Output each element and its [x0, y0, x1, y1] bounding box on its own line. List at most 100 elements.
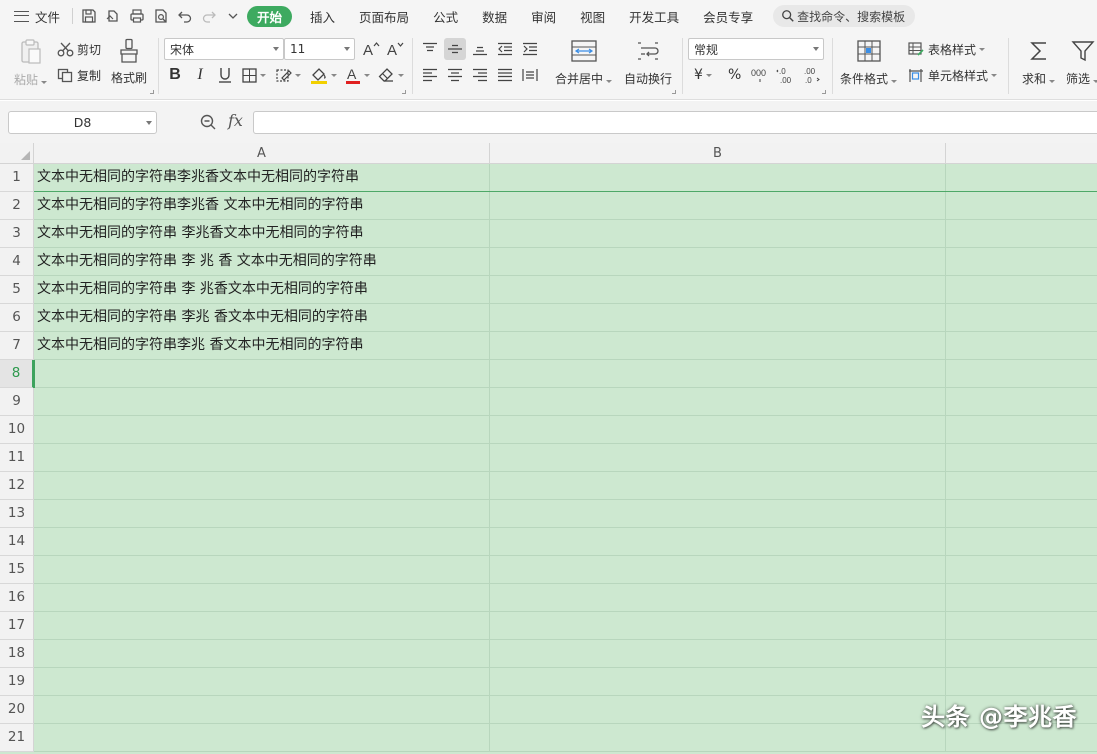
- tab-home[interactable]: 开始: [247, 5, 293, 27]
- undo-icon[interactable]: [173, 0, 197, 32]
- cell-a[interactable]: [34, 696, 490, 723]
- print-preview-icon[interactable]: [149, 0, 173, 32]
- cell-a[interactable]: [34, 724, 490, 751]
- row-header[interactable]: 12: [0, 472, 34, 500]
- row-header[interactable]: 6: [0, 304, 34, 332]
- cell-b[interactable]: [490, 388, 946, 415]
- align-middle-icon[interactable]: [444, 38, 466, 60]
- cell-b[interactable]: [490, 248, 946, 275]
- bold-icon[interactable]: B: [164, 64, 186, 86]
- font-color-icon[interactable]: A: [343, 64, 371, 86]
- row-header[interactable]: 7: [0, 332, 34, 360]
- insert-function-icon[interactable]: fx: [228, 111, 243, 130]
- table-style-button[interactable]: 表格样式: [908, 41, 986, 58]
- decrease-decimal-icon[interactable]: .00.0: [800, 64, 822, 86]
- cell-a[interactable]: [34, 388, 490, 415]
- print-icon[interactable]: [125, 0, 149, 32]
- row-header[interactable]: 14: [0, 528, 34, 556]
- cell-b[interactable]: [490, 192, 946, 219]
- row-header[interactable]: 17: [0, 612, 34, 640]
- cell-b[interactable]: [490, 276, 946, 303]
- cell-a[interactable]: [34, 416, 490, 443]
- percent-format-button[interactable]: %: [728, 67, 741, 83]
- row-header[interactable]: 10: [0, 416, 34, 444]
- tab-data[interactable]: 数据: [470, 0, 519, 32]
- sum-button[interactable]: 求和: [1022, 40, 1056, 87]
- cell-b[interactable]: [490, 528, 946, 555]
- column-header-a[interactable]: A: [34, 143, 490, 164]
- decrease-font-size-icon[interactable]: A: [384, 38, 406, 60]
- align-top-icon[interactable]: [419, 38, 441, 60]
- cell-b[interactable]: [490, 304, 946, 331]
- cell-a[interactable]: [34, 612, 490, 639]
- borders-icon[interactable]: [240, 64, 268, 86]
- filter-button[interactable]: 筛选: [1066, 40, 1097, 87]
- column-header-b[interactable]: B: [490, 143, 946, 164]
- tab-developer[interactable]: 开发工具: [617, 0, 691, 32]
- cell-a[interactable]: [34, 500, 490, 527]
- fill-color-icon[interactable]: [308, 64, 338, 86]
- save-icon[interactable]: [77, 0, 101, 32]
- cell-b[interactable]: [490, 164, 946, 191]
- increase-indent-icon[interactable]: [519, 38, 541, 60]
- copy-button[interactable]: 复制: [57, 67, 101, 84]
- cell-b[interactable]: [490, 668, 946, 695]
- align-right-icon[interactable]: [469, 64, 491, 86]
- align-left-icon[interactable]: [419, 64, 441, 86]
- wrap-text-button[interactable]: 自动换行: [624, 40, 672, 87]
- tab-page-layout[interactable]: 页面布局: [347, 0, 421, 32]
- cell-b[interactable]: [490, 612, 946, 639]
- row-header[interactable]: 1: [0, 164, 34, 192]
- name-box[interactable]: D8: [8, 111, 157, 134]
- row-header[interactable]: 5: [0, 276, 34, 304]
- cell-b[interactable]: [490, 696, 946, 723]
- cell-a[interactable]: 文本中无相同的字符串李兆 香文本中无相同的字符串: [34, 332, 490, 359]
- cell-b[interactable]: [490, 640, 946, 667]
- cell-a[interactable]: 文本中无相同的字符串 李兆香文本中无相同的字符串: [34, 220, 490, 247]
- merge-center-button[interactable]: 合并居中: [555, 40, 613, 87]
- row-header[interactable]: 3: [0, 220, 34, 248]
- cell-b[interactable]: [490, 332, 946, 359]
- row-header[interactable]: 8: [0, 360, 34, 388]
- conditional-format-button[interactable]: 条件格式: [840, 40, 898, 87]
- row-header[interactable]: 13: [0, 500, 34, 528]
- customize-toolbar-icon[interactable]: [221, 0, 245, 32]
- decrease-indent-icon[interactable]: [494, 38, 516, 60]
- export-icon[interactable]: [101, 0, 125, 32]
- cell-a[interactable]: [34, 360, 490, 387]
- row-header[interactable]: 4: [0, 248, 34, 276]
- font-name-select[interactable]: 宋体: [164, 38, 284, 60]
- distributed-align-icon[interactable]: [519, 64, 541, 86]
- cell-b[interactable]: [490, 500, 946, 527]
- redo-icon[interactable]: [197, 0, 221, 32]
- cell-b[interactable]: [490, 416, 946, 443]
- formula-input[interactable]: [253, 111, 1097, 134]
- cell-b[interactable]: [490, 472, 946, 499]
- row-header[interactable]: 11: [0, 444, 34, 472]
- clipboard-dialog-launcher[interactable]: [150, 90, 154, 94]
- chevron-down-icon[interactable]: [146, 121, 152, 125]
- currency-format-button[interactable]: ¥: [694, 67, 712, 83]
- font-size-select[interactable]: 11: [284, 38, 355, 60]
- font-dialog-launcher[interactable]: [402, 90, 406, 94]
- row-header[interactable]: 20: [0, 696, 34, 724]
- number-format-select[interactable]: 常规: [688, 38, 824, 60]
- zoom-icon[interactable]: [200, 114, 216, 133]
- format-painter-button[interactable]: 格式刷: [111, 38, 147, 86]
- row-header[interactable]: 18: [0, 640, 34, 668]
- italic-icon[interactable]: I: [189, 64, 211, 86]
- justify-icon[interactable]: [494, 64, 516, 86]
- underline-icon[interactable]: [214, 64, 236, 86]
- cell-b[interactable]: [490, 220, 946, 247]
- cell-b[interactable]: [490, 360, 946, 387]
- align-bottom-icon[interactable]: [469, 38, 491, 60]
- clear-format-icon[interactable]: [377, 64, 405, 86]
- spreadsheet-grid[interactable]: A B 1 2 3 4 5 6 7 8 9 10 11 12 13 14 15 16 17 18 19 20 21 文本…: [0, 143, 1097, 754]
- select-all-corner[interactable]: [0, 143, 34, 164]
- align-center-icon[interactable]: [444, 64, 466, 86]
- tab-review[interactable]: 审阅: [519, 0, 568, 32]
- cell-a[interactable]: 文本中无相同的字符串李兆香文本中无相同的字符串: [34, 164, 490, 191]
- number-dialog-launcher[interactable]: [822, 90, 826, 94]
- cell-a[interactable]: 文本中无相同的字符串 李 兆香文本中无相同的字符串: [34, 276, 490, 303]
- cell-a[interactable]: 文本中无相同的字符串 李 兆 香 文本中无相同的字符串: [34, 248, 490, 275]
